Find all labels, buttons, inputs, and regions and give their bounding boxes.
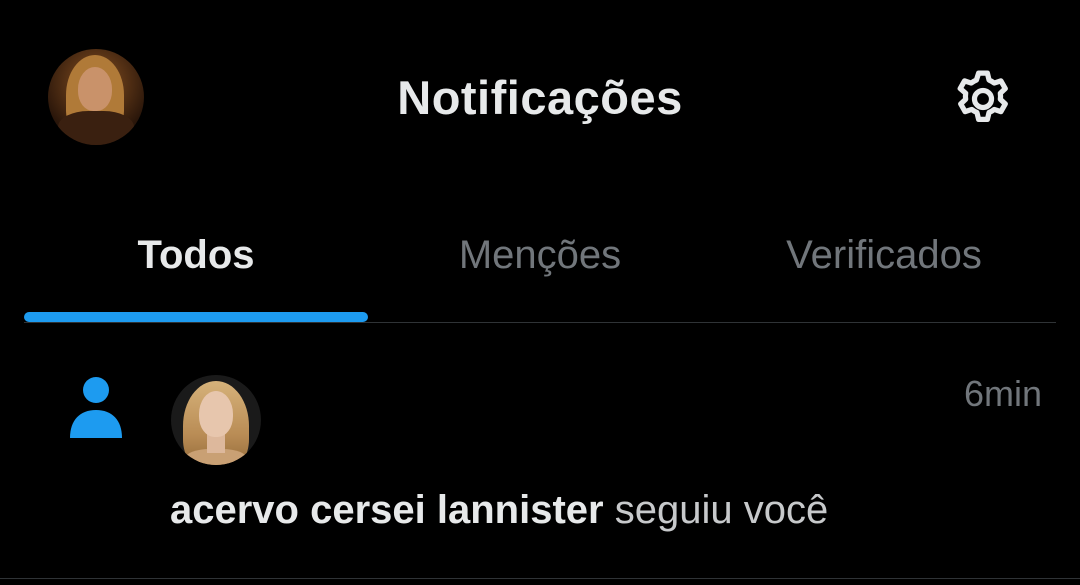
tab-todos[interactable]: Todos bbox=[24, 200, 368, 310]
notification-time: 6min bbox=[963, 373, 1042, 414]
notification-text: acervo cersei lannister seguiu você bbox=[170, 484, 1050, 536]
top-app-bar: Notificações bbox=[0, 0, 1080, 190]
person-icon bbox=[70, 377, 122, 438]
follower-name[interactable]: acervo cersei lannister bbox=[170, 488, 604, 532]
tab-verificados[interactable]: Verificados bbox=[712, 200, 1056, 310]
active-tab-indicator bbox=[24, 312, 368, 322]
gear-icon bbox=[957, 70, 1008, 122]
tab-mencoes[interactable]: Menções bbox=[368, 200, 712, 310]
avatar-face bbox=[199, 391, 233, 437]
notification-item[interactable] bbox=[0, 323, 1080, 578]
settings-button[interactable] bbox=[948, 64, 1018, 134]
notification-tabs: Todos Menções Verificados bbox=[24, 200, 1056, 324]
notification-divider bbox=[0, 578, 1080, 579]
page-title: Notificações bbox=[397, 71, 683, 124]
notification-action: seguiu você bbox=[614, 488, 829, 532]
user-avatar[interactable] bbox=[171, 375, 261, 465]
